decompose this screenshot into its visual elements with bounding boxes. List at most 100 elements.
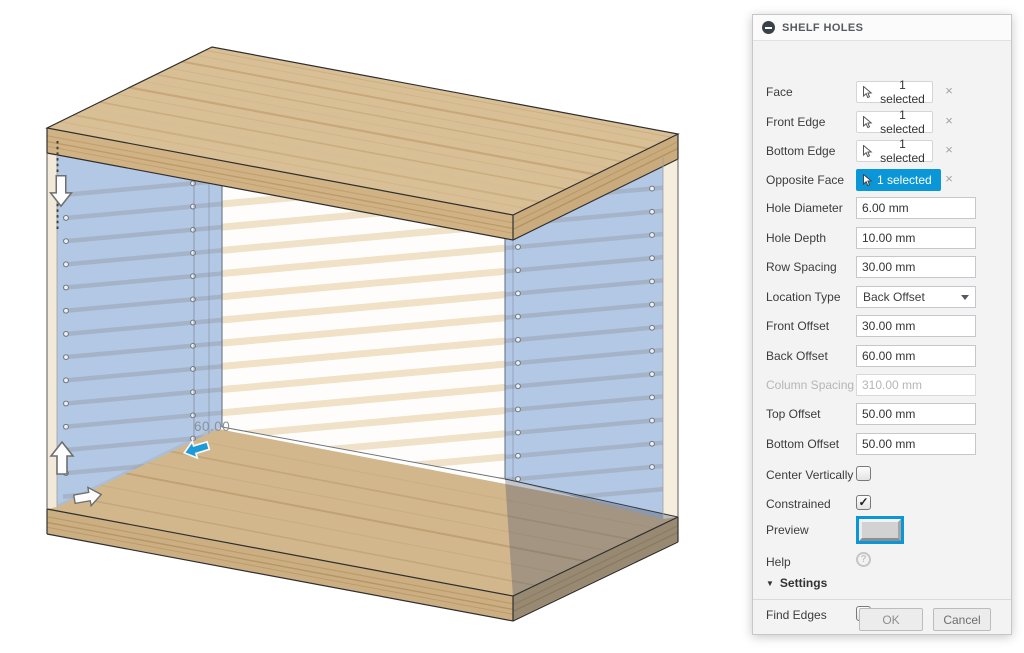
shelf-hole	[650, 349, 655, 354]
shelf-hole	[64, 216, 69, 221]
hole-depth-label: Hole Depth	[766, 231, 826, 245]
face-label: Face	[766, 85, 793, 99]
shelf-hole	[650, 465, 655, 470]
shelf-hole	[191, 181, 196, 186]
row-center-vertically: Center Vertically	[753, 464, 1011, 486]
column-spacing-label: Column Spacing	[766, 378, 854, 392]
shelf-hole	[191, 227, 196, 232]
shelf-hole	[64, 378, 69, 383]
shelf-hole	[64, 424, 69, 429]
shelf-hole	[191, 251, 196, 256]
shelf-hole	[516, 361, 521, 366]
bottom-offset-input[interactable]	[856, 433, 976, 455]
front-edge-selection-button[interactable]: 1 selected	[856, 111, 933, 133]
row-settings: ▼ Settings	[753, 576, 1011, 598]
front-edge-clear-icon[interactable]: ×	[942, 113, 956, 129]
row-top-offset: Top Offset	[753, 403, 1011, 425]
opposite-face-clear-icon[interactable]: ×	[942, 171, 956, 187]
row-hole-diameter: Hole Diameter	[753, 197, 1011, 219]
shelf-hole	[191, 297, 196, 302]
shelf-hole	[650, 186, 655, 191]
dialog-header[interactable]: SHELF HOLES	[753, 15, 1011, 41]
preview-label: Preview	[766, 523, 809, 537]
opposite-face-label: Opposite Face	[766, 173, 844, 187]
shelf-hole	[650, 209, 655, 214]
opposite-face-selection-button-active[interactable]: 1 selected	[856, 169, 941, 191]
hole-diameter-input[interactable]	[856, 197, 976, 219]
row-spacing-input[interactable]	[856, 256, 976, 278]
shelf-hole	[191, 320, 196, 325]
application-canvas: 60.00 SHELF HOLES Face 1 selected × Fron…	[0, 0, 1024, 653]
bottom-edge-selection-button[interactable]: 1 selected	[856, 140, 933, 162]
back-offset-label: Back Offset	[766, 349, 828, 363]
shelf-hole	[650, 256, 655, 261]
row-help: Help ?	[753, 551, 1011, 573]
center-vertically-label: Center Vertically	[766, 468, 853, 482]
cursor-icon	[862, 145, 873, 158]
bottom-edge-clear-icon[interactable]: ×	[942, 142, 956, 158]
row-location-type: Location Type Back Offset	[753, 286, 1011, 308]
back-offset-input[interactable]	[856, 345, 976, 367]
cursor-icon	[862, 174, 873, 187]
triangle-down-icon: ▼	[766, 579, 774, 588]
shelf-hole	[516, 291, 521, 296]
hole-depth-input[interactable]	[856, 227, 976, 249]
help-label: Help	[766, 555, 791, 569]
shelf-hole	[650, 441, 655, 446]
footer-divider	[753, 599, 1011, 600]
find-edges-label: Find Edges	[766, 608, 827, 622]
hole-diameter-label: Hole Diameter	[766, 201, 843, 215]
shelf-hole	[516, 245, 521, 250]
row-spacing-label: Row Spacing	[766, 260, 837, 274]
bottom-edge-selection-count: 1 selected	[877, 137, 928, 165]
shelf-hole	[516, 430, 521, 435]
row-bottom-offset: Bottom Offset	[753, 433, 1011, 455]
shelf-hole	[516, 268, 521, 273]
face-clear-icon[interactable]: ×	[942, 83, 956, 99]
row-constrained: Constrained ✓	[753, 493, 1011, 515]
bottom-edge-label: Bottom Edge	[766, 144, 835, 158]
back-offset-dimension-label[interactable]: 60.00	[194, 419, 230, 434]
face-selection-button[interactable]: 1 selected	[856, 81, 933, 103]
shelf-hole	[64, 401, 69, 406]
front-offset-input[interactable]	[856, 315, 976, 337]
shelf-hole	[191, 436, 196, 441]
location-type-value: Back Offset	[863, 290, 925, 304]
constrained-checkbox-checked[interactable]: ✓	[856, 495, 871, 510]
collapse-icon[interactable]	[762, 21, 775, 34]
cursor-icon	[862, 116, 873, 129]
shelf-hole	[516, 314, 521, 319]
top-offset-label: Top Offset	[766, 407, 820, 421]
row-front-offset: Front Offset	[753, 315, 1011, 337]
ok-button[interactable]: OK	[859, 608, 923, 631]
shelf-hole	[516, 407, 521, 412]
center-vertically-checkbox-unchecked[interactable]	[856, 466, 871, 481]
settings-section-toggle[interactable]: ▼ Settings	[766, 576, 827, 590]
right-panel-front-edge[interactable]	[663, 157, 678, 519]
shelf-hole	[191, 413, 196, 418]
shelf-holes-dialog: SHELF HOLES Face 1 selected × Front Edge…	[752, 14, 1012, 635]
row-back-offset: Back Offset	[753, 345, 1011, 367]
row-hole-depth: Hole Depth	[753, 227, 1011, 249]
help-icon[interactable]: ?	[856, 552, 871, 567]
3d-viewport[interactable]: 60.00	[0, 0, 740, 653]
row-row-spacing: Row Spacing	[753, 256, 1011, 278]
chevron-down-icon	[961, 295, 969, 300]
shelf-hole	[64, 355, 69, 360]
row-face: Face 1 selected ×	[753, 81, 1011, 103]
location-type-dropdown[interactable]: Back Offset	[856, 286, 976, 308]
row-opposite-face: Opposite Face 1 selected ×	[753, 169, 1011, 191]
shelf-hole	[64, 239, 69, 244]
shelf-hole	[191, 390, 196, 395]
shelf-hole	[191, 367, 196, 372]
front-edge-label: Front Edge	[766, 115, 825, 129]
settings-section-label: Settings	[780, 576, 827, 590]
cancel-button[interactable]: Cancel	[933, 608, 991, 631]
preview-button-active[interactable]	[856, 516, 904, 544]
top-offset-input[interactable]	[856, 403, 976, 425]
shelf-hole	[650, 372, 655, 377]
shelf-hole	[650, 325, 655, 330]
shelf-hole	[64, 308, 69, 313]
face-selection-count: 1 selected	[877, 78, 928, 106]
row-column-spacing: Column Spacing	[753, 374, 1011, 396]
